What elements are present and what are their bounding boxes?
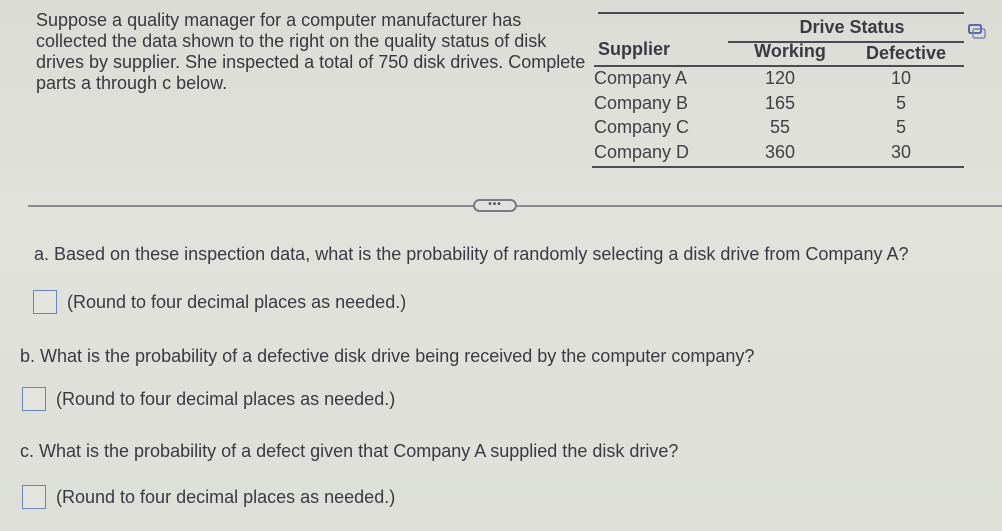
column-header-working: Working	[754, 41, 826, 61]
table-row: Company D 360 30	[590, 142, 970, 167]
copy-icon[interactable]	[968, 24, 986, 40]
defective-cell: 10	[890, 68, 912, 88]
answer-row-c: (Round to four decimal places as needed.…	[22, 485, 395, 509]
table-row: Company C 55 5	[590, 117, 970, 142]
supplier-cell: Company B	[594, 92, 689, 113]
supplier-cell: Company A	[594, 68, 688, 88]
column-header-supplier: Supplier	[598, 39, 671, 59]
table-bottom-rule	[592, 166, 964, 168]
rounding-hint: (Round to four decimal places as needed.…	[56, 388, 396, 409]
rounding-hint: (Round to four decimal places as needed.…	[56, 486, 396, 507]
question-c: c. What is the probability of a defect g…	[20, 441, 679, 461]
supplier-cell: Company C	[594, 117, 690, 137]
expand-button[interactable]: •••	[473, 199, 517, 212]
answer-input-b[interactable]	[22, 387, 46, 411]
group-header-drive-status: Drive Status	[799, 17, 905, 37]
question-a: a. Based on these inspection data, what …	[34, 244, 909, 264]
defective-cell: 5	[895, 117, 906, 137]
defective-cell: 30	[890, 141, 912, 162]
answer-input-a[interactable]	[33, 290, 57, 314]
table-body: Company A 120 10 Company B 165 5 Company…	[590, 68, 970, 166]
problem-statement: Suppose a quality manager for a computer…	[36, 10, 586, 93]
table-row: Company A 120 10	[590, 68, 970, 93]
question-b: b. What is the probability of a defectiv…	[20, 346, 755, 366]
answer-row-b: (Round to four decimal places as needed.…	[22, 387, 395, 411]
answer-input-c[interactable]	[22, 485, 46, 509]
header-rule	[594, 65, 964, 67]
working-cell: 360	[764, 141, 796, 162]
table-row: Company B 165 5	[590, 93, 970, 118]
table-top-rule	[598, 12, 964, 14]
supplier-cell: Company D	[594, 141, 690, 162]
working-cell: 55	[769, 117, 791, 137]
column-header-defective: Defective	[865, 43, 947, 63]
defective-cell: 5	[895, 92, 906, 113]
working-cell: 165	[764, 92, 796, 113]
working-cell: 120	[764, 68, 796, 88]
rounding-hint: (Round to four decimal places as needed.…	[67, 291, 407, 312]
answer-row-a: (Round to four decimal places as needed.…	[33, 290, 406, 314]
